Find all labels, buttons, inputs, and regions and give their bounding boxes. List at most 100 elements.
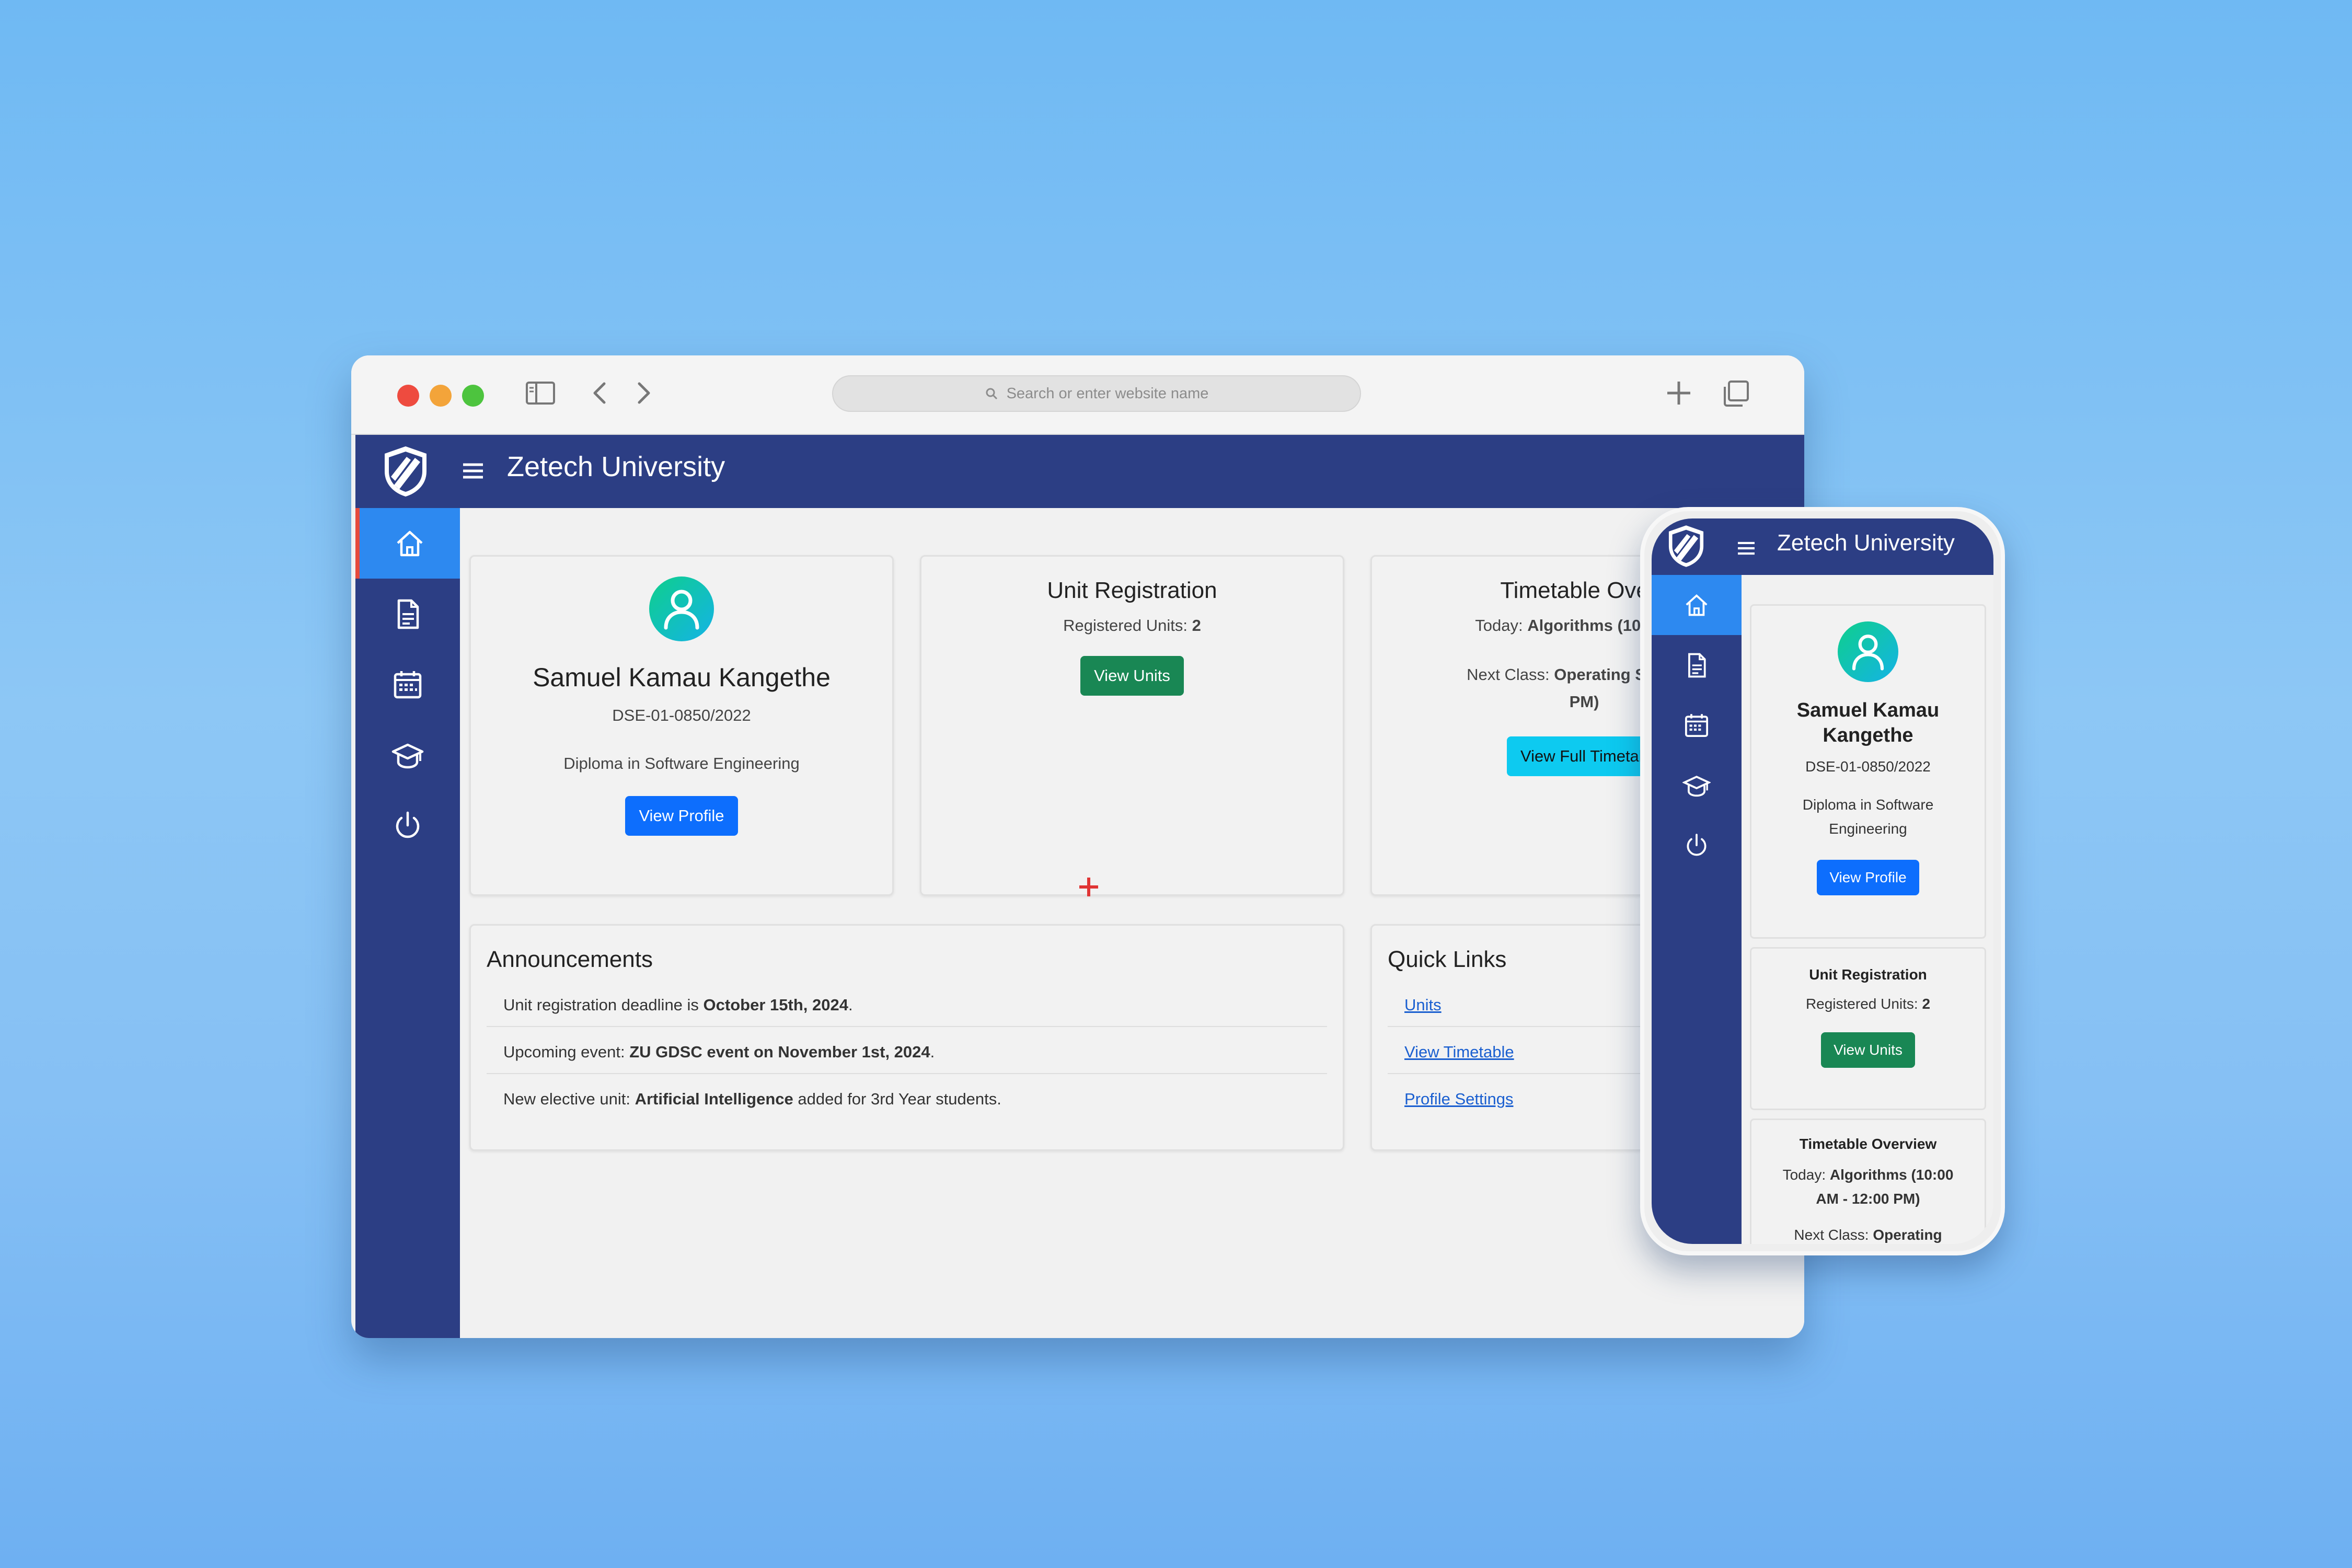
mobile-sidebar-item-documents[interactable] — [1652, 635, 1742, 695]
mobile-timetable-next: Next Class: Operating — [1751, 1227, 1985, 1243]
mobile-header: Zetech University — [1652, 518, 1993, 575]
tab-overview-icon[interactable] — [1720, 376, 1753, 412]
app-header: Zetech University — [355, 435, 1804, 508]
sidebar-item-documents[interactable] — [355, 579, 460, 649]
view-units-button[interactable]: View Units — [1080, 656, 1184, 696]
calendar-icon — [1685, 713, 1709, 737]
announcement-text-end: added for 3rd Year students. — [793, 1090, 1001, 1108]
mobile-hamburger-icon[interactable] — [1735, 537, 1757, 562]
unit-registration-title: Unit Registration — [1047, 578, 1217, 603]
mobile-registered-units-count: 2 — [1922, 996, 1931, 1012]
forward-icon[interactable] — [631, 376, 657, 412]
power-icon — [396, 811, 420, 838]
power-icon — [1687, 833, 1707, 856]
announcement-highlight: ZU GDSC event on November 1st, 2024 — [629, 1043, 930, 1061]
mobile-next-class-label: Next Class: — [1794, 1227, 1869, 1243]
browser-window: Search or enter website name Zetech Univ… — [351, 355, 1804, 1338]
mobile-sidebar-item-academics[interactable] — [1652, 755, 1742, 815]
profile-card: Samuel Kamau Kangethe DSE-01-0850/2022 D… — [469, 555, 894, 896]
university-shield-logo — [381, 444, 431, 501]
hamburger-menu-icon[interactable] — [460, 458, 486, 487]
view-full-timetable-button[interactable]: View Full Timetab — [1506, 736, 1662, 776]
today-label: Today: — [1475, 616, 1523, 635]
announcement-text: Unit registration deadline is — [503, 996, 704, 1014]
mobile-device: Zetech University Samuel Kamau Kangethe … — [1640, 507, 2005, 1255]
mobile-shield-logo — [1665, 524, 1707, 571]
back-icon[interactable] — [586, 376, 613, 412]
mobile-main-content: Samuel Kamau Kangethe DSE-01-0850/2022 D… — [1742, 575, 1993, 1244]
registered-units-text: Registered Units: 2 — [921, 616, 1343, 635]
sidebar-toggle-icon[interactable] — [524, 376, 557, 412]
registration-number: DSE-01-0850/2022 — [612, 706, 751, 724]
registered-units-label: Registered Units: — [1063, 616, 1187, 635]
address-placeholder: Search or enter website name — [1006, 385, 1209, 402]
close-window-button[interactable] — [397, 385, 419, 407]
announcement-text-end: . — [930, 1043, 935, 1061]
mobile-course-name: Diploma in Software Engineering — [1802, 797, 1934, 837]
calendar-icon — [394, 671, 422, 698]
home-icon — [1686, 594, 1708, 616]
mobile-avatar-icon — [1838, 621, 1898, 682]
mobile-registered-units-text: Registered Units: 2 — [1751, 996, 1985, 1012]
sidebar-item-calendar[interactable] — [355, 649, 460, 720]
mobile-today-class: Algorithms (10:00 AM - 12:00 PM) — [1816, 1167, 1954, 1207]
mobile-sidebar-item-calendar[interactable] — [1652, 695, 1742, 755]
mobile-student-name: Samuel Kamau Kangethe — [1796, 699, 1940, 746]
home-icon — [397, 531, 423, 556]
quick-link-label[interactable]: Units — [1404, 996, 1442, 1014]
mobile-registered-units-label: Registered Units: — [1805, 996, 1918, 1012]
announcement-item: Unit registration deadline is October 15… — [487, 980, 1327, 1027]
mobile-registration-number: DSE-01-0850/2022 — [1805, 758, 1931, 775]
mobile-sidebar — [1652, 575, 1742, 1244]
document-icon — [397, 599, 419, 629]
announcement-text-end: . — [848, 996, 853, 1014]
sidebar-item-logout[interactable] — [355, 790, 460, 861]
graduation-cap-icon — [391, 743, 424, 768]
sidebar-item-home[interactable] — [355, 508, 460, 579]
announcement-highlight: October 15th, 2024 — [703, 996, 848, 1014]
search-icon — [986, 388, 997, 400]
mobile-unit-registration-card: Unit Registration Registered Units: 2 Vi… — [1750, 947, 1986, 1110]
mobile-timetable-title: Timetable Overview — [1799, 1136, 1937, 1152]
graduation-cap-icon — [1682, 775, 1711, 797]
announcement-item: New elective unit: Artificial Intelligen… — [487, 1074, 1327, 1120]
address-bar[interactable]: Search or enter website name — [832, 375, 1361, 412]
quick-link-label[interactable]: View Timetable — [1404, 1043, 1514, 1061]
browser-toolbar: Search or enter website name — [351, 355, 1804, 435]
minimize-window-button[interactable] — [430, 385, 452, 407]
student-name: Samuel Kamau Kangethe — [533, 663, 831, 692]
mobile-screen: Zetech University Samuel Kamau Kangethe … — [1652, 518, 1993, 1244]
avatar-icon — [649, 577, 714, 641]
mobile-next-class: Operating — [1873, 1227, 1942, 1243]
mobile-sidebar-item-home[interactable] — [1652, 575, 1742, 635]
mobile-timetable-today: Today: Algorithms (10:00 AM - 12:00 PM) — [1751, 1163, 1985, 1211]
mobile-profile-card: Samuel Kamau Kangethe DSE-01-0850/2022 D… — [1750, 604, 1986, 939]
view-profile-button[interactable]: View Profile — [625, 796, 738, 836]
sidebar — [355, 508, 460, 1338]
mobile-view-units-button[interactable]: View Units — [1821, 1032, 1915, 1068]
mobile-sidebar-item-logout[interactable] — [1652, 815, 1742, 875]
new-tab-icon[interactable] — [1662, 376, 1696, 412]
plus-cursor-icon — [1078, 877, 1099, 900]
next-class-label: Next Class: — [1467, 665, 1550, 684]
sidebar-item-academics[interactable] — [355, 720, 460, 790]
announcement-text: New elective unit: — [503, 1090, 635, 1108]
course-name: Diploma in Software Engineering — [563, 754, 800, 773]
announcement-text: Upcoming event: — [503, 1043, 630, 1061]
mobile-timetable-card: Timetable Overview Today: Algorithms (10… — [1750, 1119, 1986, 1244]
announcements-card: Announcements Unit registration deadline… — [469, 924, 1344, 1151]
quick-link-label[interactable]: Profile Settings — [1404, 1090, 1514, 1108]
app-title: Zetech University — [507, 451, 725, 482]
dashboard-app: Zetech University Samuel Kamau Kangethe … — [351, 435, 1804, 1338]
announcements-title: Announcements — [487, 947, 653, 972]
next-class-time: PM) — [1569, 693, 1599, 711]
mobile-today-label: Today: — [1782, 1167, 1826, 1183]
unit-registration-card: Unit Registration Registered Units: 2 Vi… — [920, 555, 1344, 896]
maximize-window-button[interactable] — [462, 385, 484, 407]
mobile-unit-registration-title: Unit Registration — [1809, 966, 1927, 983]
document-icon — [1688, 653, 1706, 677]
announcement-item: Upcoming event: ZU GDSC event on Novembe… — [487, 1027, 1327, 1074]
main-content: Samuel Kamau Kangethe DSE-01-0850/2022 D… — [460, 508, 1804, 1338]
mobile-app-title: Zetech University — [1777, 530, 1955, 556]
mobile-view-profile-button[interactable]: View Profile — [1817, 860, 1919, 895]
